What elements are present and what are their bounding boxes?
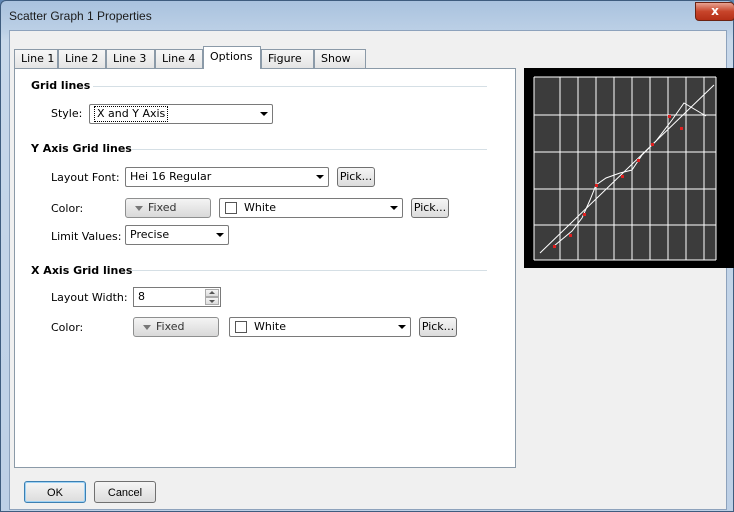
limit-values-select[interactable]: Precise xyxy=(125,225,229,245)
grid-lines-heading: Grid lines xyxy=(31,79,91,92)
y-color-select[interactable]: White xyxy=(219,198,403,218)
layout-font-label: Layout Font: xyxy=(51,171,120,184)
data-marker xyxy=(553,245,556,248)
window-title: Scatter Graph 1 Properties xyxy=(9,9,152,23)
tab-show[interactable]: Show xyxy=(314,49,366,68)
x-color-mode-button[interactable]: Fixed xyxy=(133,317,219,337)
chevron-down-icon xyxy=(216,233,224,237)
y-color-mode-value: Fixed xyxy=(148,201,177,214)
title-bar[interactable]: Scatter Graph 1 Properties x xyxy=(1,1,734,31)
tab-line-2[interactable]: Line 2 xyxy=(58,49,106,68)
color-swatch-icon xyxy=(225,202,237,214)
y-color-label: Color: xyxy=(51,202,84,215)
x-axis-grid-lines-heading: X Axis Grid lines xyxy=(31,264,133,277)
cancel-button[interactable]: Cancel xyxy=(94,481,156,503)
color-swatch-icon xyxy=(235,321,247,333)
layout-font-select[interactable]: Hei 16 Regular xyxy=(125,167,329,187)
x-color-select[interactable]: White xyxy=(229,317,411,337)
chevron-down-icon xyxy=(390,206,398,210)
data-marker xyxy=(680,127,683,130)
x-color-label: Color: xyxy=(51,321,84,334)
layout-width-stepper[interactable]: 8 xyxy=(133,287,221,307)
tab-line-4[interactable]: Line 4 xyxy=(155,49,203,68)
style-label: Style: xyxy=(51,107,83,120)
data-marker xyxy=(621,175,624,178)
section-divider xyxy=(132,270,487,271)
tab-line-1[interactable]: Line 1 xyxy=(14,49,58,68)
data-marker xyxy=(569,234,572,237)
close-button[interactable]: x xyxy=(695,2,734,21)
y-color-mode-button[interactable]: Fixed xyxy=(125,198,211,218)
y-color-value: White xyxy=(244,201,276,214)
layout-width-label: Layout Width: xyxy=(51,291,128,304)
tab-figure[interactable]: Figure xyxy=(261,49,314,68)
spin-up-icon[interactable] xyxy=(205,289,219,297)
layout-font-value: Hei 16 Regular xyxy=(130,170,212,183)
data-marker xyxy=(637,159,640,162)
layout-width-value: 8 xyxy=(138,290,145,303)
preview-plot xyxy=(533,76,717,261)
triangle-down-icon xyxy=(135,206,143,211)
y-color-pick-button[interactable]: Pick... xyxy=(411,198,449,218)
data-marker xyxy=(595,184,598,187)
options-panel: Grid lines Style: X and Y Axis Y Axis Gr… xyxy=(14,68,516,468)
x-color-value: White xyxy=(254,320,286,333)
tab-line-3[interactable]: Line 3 xyxy=(106,49,155,68)
triangle-down-icon xyxy=(143,325,151,330)
style-select[interactable]: X and Y Axis xyxy=(89,104,273,124)
tab-options[interactable]: Options xyxy=(203,46,261,69)
data-marker xyxy=(651,143,654,146)
x-color-mode-value: Fixed xyxy=(156,320,185,333)
y-axis-grid-lines-heading: Y Axis Grid lines xyxy=(31,142,132,155)
data-marker xyxy=(583,213,586,216)
ok-button[interactable]: OK xyxy=(24,481,86,503)
style-value: X and Y Axis xyxy=(94,106,169,122)
chevron-down-icon xyxy=(398,325,406,329)
chevron-down-icon xyxy=(260,112,268,116)
x-color-pick-button[interactable]: Pick... xyxy=(419,317,457,337)
section-divider xyxy=(93,86,487,87)
chevron-down-icon xyxy=(316,175,324,179)
graph-preview xyxy=(524,68,734,268)
limit-values-value: Precise xyxy=(130,228,170,241)
data-marker xyxy=(668,115,671,118)
layout-font-pick-button[interactable]: Pick... xyxy=(337,167,375,187)
spin-down-icon[interactable] xyxy=(205,297,219,305)
section-divider xyxy=(132,149,487,150)
limit-values-label: Limit Values: xyxy=(51,230,122,243)
